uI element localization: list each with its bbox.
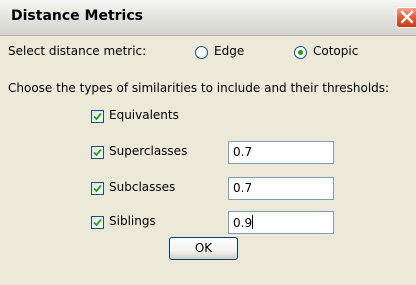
- checkbox-siblings-label[interactable]: Siblings: [109, 214, 156, 228]
- text-caret: [252, 215, 254, 229]
- distance-metric-label: Select distance metric:: [8, 44, 147, 58]
- radio-selected-dot: [298, 50, 303, 55]
- close-button[interactable]: [396, 7, 416, 28]
- checkmark-icon: [93, 184, 102, 193]
- close-icon: [400, 10, 414, 24]
- distance-metrics-dialog: Distance Metrics Select distance metric:…: [0, 0, 416, 285]
- checkmark-icon: [93, 112, 102, 121]
- radio-edge-label[interactable]: Edge: [214, 44, 244, 58]
- radio-cotopic-label[interactable]: Cotopic: [313, 44, 358, 58]
- checkbox-siblings[interactable]: [91, 216, 104, 229]
- subclasses-threshold-input[interactable]: 0.7: [228, 177, 334, 200]
- checkbox-superclasses-label[interactable]: Superclasses: [109, 144, 187, 158]
- similarity-instruction: Choose the types of similarities to incl…: [8, 81, 390, 95]
- title-bar[interactable]: Distance Metrics: [0, 0, 416, 36]
- dialog-body: Select distance metric: Edge Cotopic Cho…: [0, 36, 416, 285]
- radio-edge[interactable]: [195, 46, 208, 59]
- checkbox-subclasses-label[interactable]: Subclasses: [109, 180, 175, 194]
- checkmark-icon: [93, 218, 102, 227]
- checkmark-icon: [93, 148, 102, 157]
- checkbox-equivalents[interactable]: [91, 110, 104, 123]
- checkbox-subclasses[interactable]: [91, 182, 104, 195]
- siblings-threshold-input[interactable]: 0.9: [228, 211, 334, 234]
- radio-cotopic[interactable]: [294, 46, 307, 59]
- superclasses-threshold-input[interactable]: 0.7: [228, 141, 334, 164]
- checkbox-superclasses[interactable]: [91, 146, 104, 159]
- dialog-title: Distance Metrics: [11, 8, 143, 24]
- siblings-threshold-value: 0.9: [233, 216, 253, 230]
- ok-button[interactable]: OK: [169, 237, 238, 260]
- checkbox-equivalents-label[interactable]: Equivalents: [109, 108, 179, 122]
